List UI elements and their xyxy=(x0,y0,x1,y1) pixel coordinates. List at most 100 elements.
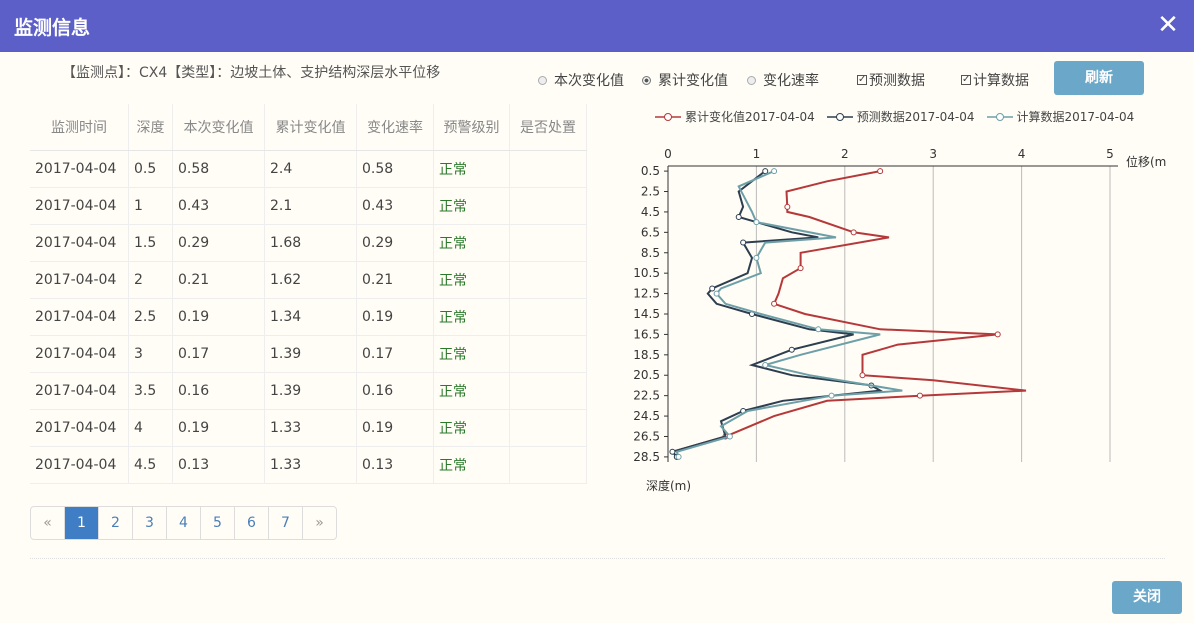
checkbox-checked-icon[interactable]: ✓ xyxy=(857,75,867,85)
legend-item[interactable]: 累计变化值2017-04-04 xyxy=(655,108,815,125)
cell-handled xyxy=(509,224,587,262)
cell-warning-level: 正常 xyxy=(433,224,510,262)
col-header-cumulative-change[interactable]: 累计变化值 xyxy=(264,104,357,151)
series-point xyxy=(916,392,923,399)
col-header-current-change[interactable]: 本次变化值 xyxy=(172,104,265,151)
cell-current-change: 0.43 xyxy=(172,187,265,225)
table-row[interactable]: 2017-04-04 0.5 0.58 2.4 0.58 正常 xyxy=(30,150,587,188)
cell-warning-level: 正常 xyxy=(433,372,510,410)
cell-warning-level: 正常 xyxy=(433,150,510,188)
pager-page-5[interactable]: 5 xyxy=(201,507,235,539)
col-header-depth[interactable]: 深度 xyxy=(128,104,173,151)
series-point xyxy=(771,300,778,307)
x-tick-label: 2 xyxy=(841,147,849,161)
cell-depth: 3 xyxy=(128,335,173,373)
radio-change-rate[interactable]: 变化速率 xyxy=(747,70,819,90)
pager-page-2[interactable]: 2 xyxy=(99,507,133,539)
y-tick-label: 22.5 xyxy=(633,389,660,403)
cell-handled xyxy=(509,372,587,410)
checkbox-predicted-data[interactable]: ✓ 预测数据 xyxy=(857,70,925,90)
y-tick-label: 10.5 xyxy=(633,266,660,280)
series-point xyxy=(771,168,778,175)
series-point xyxy=(828,392,835,399)
refresh-button[interactable]: 刷新 xyxy=(1054,61,1144,95)
table-row[interactable]: 2017-04-04 4.5 0.13 1.33 0.13 正常 xyxy=(30,446,587,484)
y-tick-label: 16.5 xyxy=(633,327,660,341)
cell-depth: 3.5 xyxy=(128,372,173,410)
series-line xyxy=(675,170,903,458)
y-tick-label: 18.5 xyxy=(633,348,660,362)
cell-time: 2017-04-04 xyxy=(30,446,129,484)
cell-handled xyxy=(509,298,587,336)
series-point xyxy=(877,168,884,175)
cell-time: 2017-04-04 xyxy=(30,261,129,299)
series-point xyxy=(669,448,676,455)
monitor-data-table: 监测时间 深度 本次变化值 累计变化值 变化速率 预警级别 是否处置 2017-… xyxy=(30,104,587,484)
cell-depth: 4 xyxy=(128,409,173,447)
table-row[interactable]: 2017-04-04 3.5 0.16 1.39 0.16 正常 xyxy=(30,372,587,410)
legend-label: 预测数据2017-04-04 xyxy=(856,110,975,124)
x-axis-label: 位移(m xyxy=(1126,154,1166,169)
pager-page-1[interactable]: 1 xyxy=(65,507,99,539)
cell-change-rate: 0.29 xyxy=(356,224,434,262)
col-header-handled[interactable]: 是否处置 xyxy=(509,104,587,151)
legend-item[interactable]: 预测数据2017-04-04 xyxy=(826,108,975,125)
table-row[interactable]: 2017-04-04 3 0.17 1.39 0.17 正常 xyxy=(30,335,587,373)
table-row[interactable]: 2017-04-04 4 0.19 1.33 0.19 正常 xyxy=(30,409,587,447)
cell-cumulative-change: 1.39 xyxy=(264,372,357,410)
pager-page-3[interactable]: 3 xyxy=(133,507,167,539)
col-header-warning-level[interactable]: 预警级别 xyxy=(433,104,510,151)
pager-page-4[interactable]: 4 xyxy=(167,507,201,539)
table-row[interactable]: 2017-04-04 2.5 0.19 1.34 0.19 正常 xyxy=(30,298,587,336)
series-point xyxy=(784,203,791,210)
table-row[interactable]: 2017-04-04 1 0.43 2.1 0.43 正常 xyxy=(30,187,587,225)
radio-cumulative-change[interactable]: 累计变化值 xyxy=(642,70,728,90)
radio-icon[interactable] xyxy=(538,75,547,85)
cell-depth: 4.5 xyxy=(128,446,173,484)
legend-item[interactable]: 计算数据2017-04-04 xyxy=(986,108,1135,125)
cell-current-change: 0.21 xyxy=(172,261,265,299)
cell-cumulative-change: 1.34 xyxy=(264,298,357,336)
pager-next-button[interactable]: » xyxy=(303,507,336,539)
cell-cumulative-change: 2.1 xyxy=(264,187,357,225)
cell-depth: 1 xyxy=(128,187,173,225)
cell-depth: 1.5 xyxy=(128,224,173,262)
series-point xyxy=(850,229,857,236)
legend-line-icon xyxy=(655,112,681,121)
pager-page-6[interactable]: 6 xyxy=(235,507,269,539)
y-tick-label: 8.5 xyxy=(641,246,660,260)
series-line xyxy=(670,170,884,458)
y-tick-label: 2.5 xyxy=(641,185,660,199)
radio-label: 累计变化值 xyxy=(658,73,728,89)
table-row[interactable]: 2017-04-04 2 0.21 1.62 0.21 正常 xyxy=(30,261,587,299)
y-tick-label: 0.5 xyxy=(641,164,660,178)
depth-displacement-chart: 0 1 2 3 4 5 位移(m 0.5 2.5 4.5 6.5 8.5 10.5 12.5 14.5 16.… xyxy=(633,147,1166,493)
radio-icon[interactable] xyxy=(642,75,651,85)
col-header-time[interactable]: 监测时间 xyxy=(30,104,129,151)
divider xyxy=(30,558,1165,559)
close-button[interactable]: 关闭 xyxy=(1112,581,1182,614)
cell-time: 2017-04-04 xyxy=(30,409,129,447)
radio-current-change[interactable]: 本次变化值 xyxy=(538,70,624,90)
dialog-title: 监测信息 xyxy=(14,17,91,39)
close-icon[interactable]: ✕ xyxy=(1154,10,1182,40)
pager-prev-button[interactable]: « xyxy=(31,507,65,539)
radio-icon[interactable] xyxy=(747,75,756,85)
table-row[interactable]: 2017-04-04 1.5 0.29 1.68 0.29 正常 xyxy=(30,224,587,262)
checkbox-label: 预测数据 xyxy=(869,73,925,89)
pagination: « 1 2 3 4 5 6 7 » xyxy=(30,506,337,540)
checkbox-checked-icon[interactable]: ✓ xyxy=(961,75,971,85)
pager-page-7[interactable]: 7 xyxy=(269,507,303,539)
cell-change-rate: 0.17 xyxy=(356,335,434,373)
cell-handled xyxy=(509,187,587,225)
legend-label: 计算数据2017-04-04 xyxy=(1016,110,1135,124)
series-point xyxy=(797,265,804,272)
series-point xyxy=(753,219,760,226)
y-axis-label: 深度(m) xyxy=(646,478,691,493)
checkbox-calculated-data[interactable]: ✓ 计算数据 xyxy=(961,70,1029,90)
cell-change-rate: 0.19 xyxy=(356,298,434,336)
x-tick-label: 1 xyxy=(753,147,761,161)
series-point xyxy=(726,433,733,440)
series-point xyxy=(815,326,822,333)
col-header-change-rate[interactable]: 变化速率 xyxy=(356,104,434,151)
